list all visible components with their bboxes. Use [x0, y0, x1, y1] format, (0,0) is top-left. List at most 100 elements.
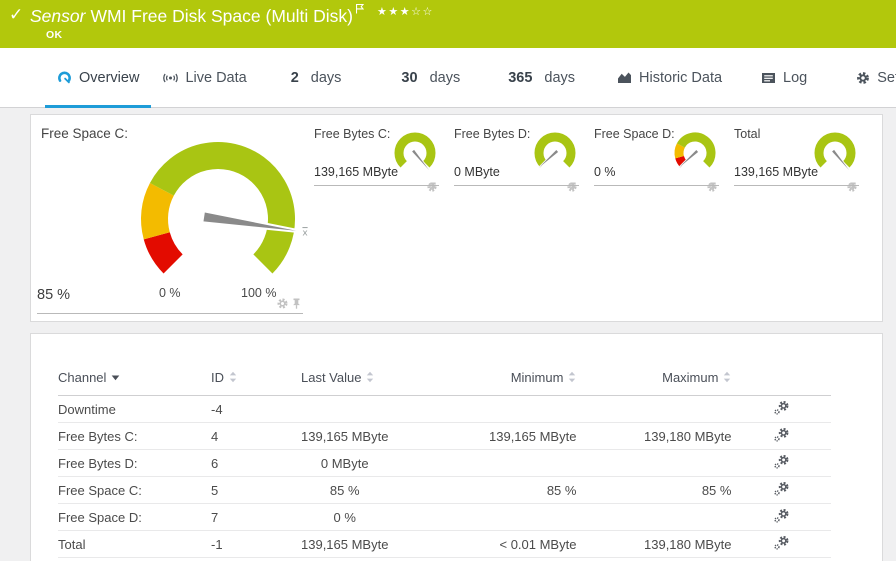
mini-gauge-value: 0 MByte: [454, 165, 500, 179]
table-row: Free Space C: 5 85 % 85 % 85 %: [58, 477, 831, 504]
table-row: Total -1 139,165 MByte < 0.01 MByte 139,…: [58, 531, 831, 558]
tab-label: days: [430, 70, 461, 86]
table-row: Downtime -4: [58, 396, 831, 423]
tab-2-days[interactable]: 2 days: [279, 48, 354, 107]
tab-label: Log: [783, 70, 807, 86]
channel-id: -4: [211, 396, 301, 423]
gauge-divider: [734, 185, 859, 186]
gauge-divider: [37, 313, 303, 314]
priority-stars[interactable]: ★★★☆☆: [377, 5, 434, 18]
channel-table: Channel ID Last Value Minimum Maximum Do…: [58, 366, 831, 558]
sensor-kind-label: Sensor: [30, 6, 85, 26]
stars-empty: ☆☆: [411, 5, 434, 18]
channel-maximum: [581, 504, 736, 531]
column-header-settings: [736, 366, 831, 396]
channel-minimum: 139,165 MByte: [388, 423, 581, 450]
edit-channel-gears-icon[interactable]: [773, 508, 789, 524]
tab-label: days: [311, 70, 342, 86]
priority-flag-icon[interactable]: [356, 4, 365, 15]
table-row: Free Bytes D: 6 0 MByte: [58, 450, 831, 477]
tab-label: Live Data: [185, 70, 246, 86]
tab-log[interactable]: Log: [749, 48, 819, 107]
sort-icon: [723, 371, 731, 383]
gauge-icon: [57, 71, 72, 85]
mini-gauge-title: Total: [734, 127, 760, 141]
channel-name: Total: [58, 531, 211, 558]
mini-gauge-value: 139,165 MByte: [314, 165, 398, 179]
channel-name: Free Space D:: [58, 504, 211, 531]
mini-gauge-cell-free-bytes-d: Free Bytes D: 0 MByte: [454, 123, 579, 189]
mini-gauge-title: Free Space D:: [594, 127, 675, 141]
channel-id: -1: [211, 531, 301, 558]
tab-settings[interactable]: Settings: [844, 48, 896, 107]
mini-gauge[interactable]: [531, 132, 579, 178]
tab-label: Settings: [877, 70, 896, 86]
mini-gauge-cell-free-space-d: Free Space D: 0 %: [594, 123, 719, 189]
channel-last-value: [301, 396, 388, 423]
sort-icon: [568, 371, 576, 383]
channel-name: Free Bytes C:: [58, 423, 211, 450]
tab-day-count: 2: [291, 70, 299, 86]
main-gauge[interactable]: x: [128, 127, 328, 309]
tab-overview[interactable]: Overview: [45, 48, 151, 107]
gauge-scale-max: 100 %: [241, 286, 276, 300]
svg-text:x: x: [302, 229, 308, 239]
mini-gauge-value: 139,165 MByte: [734, 165, 818, 179]
channel-minimum: < 0.01 MByte: [388, 531, 581, 558]
prtg-sensor-page: ✓ SensorWMI Free Disk Space (Multi Disk)…: [0, 0, 896, 561]
column-header-id[interactable]: ID: [211, 366, 301, 396]
column-header-channel[interactable]: Channel: [58, 366, 211, 396]
channel-id: 7: [211, 504, 301, 531]
gauge-divider: [454, 185, 579, 186]
column-header-last-value[interactable]: Last Value: [301, 366, 388, 396]
gauge-settings-gear-icon[interactable]: [277, 298, 288, 309]
channel-maximum: [581, 396, 736, 423]
status-badge: OK: [46, 29, 62, 41]
tab-30-days[interactable]: 30days: [389, 48, 472, 107]
channel-name: Downtime: [58, 396, 211, 423]
gauge-divider: [314, 185, 439, 186]
tab-label: Historic Data: [639, 70, 722, 86]
column-header-maximum[interactable]: Maximum: [581, 366, 736, 396]
channel-id: 6: [211, 450, 301, 477]
channel-id: 4: [211, 423, 301, 450]
edit-channel-gears-icon[interactable]: [773, 454, 789, 470]
tab-365-days[interactable]: 365days: [496, 48, 587, 107]
channel-last-value: 0 MByte: [301, 450, 388, 477]
channel-minimum: [388, 450, 581, 477]
mini-gauge[interactable]: [391, 132, 439, 178]
gauge-scale-min: 0 %: [159, 286, 181, 300]
broadcast-icon: [163, 72, 178, 84]
edit-channel-gears-icon[interactable]: [773, 481, 789, 497]
area-chart-icon: [617, 71, 632, 84]
tab-day-count: 365: [508, 70, 532, 86]
column-header-minimum[interactable]: Minimum: [388, 366, 581, 396]
mini-gauge[interactable]: [671, 132, 719, 178]
gauge-divider: [594, 185, 719, 186]
channel-id: 5: [211, 477, 301, 504]
channel-maximum: 139,180 MByte: [581, 423, 736, 450]
tab-historic-data[interactable]: Historic Data: [605, 48, 734, 107]
mini-gauge-cell-total: Total 139,165 MByte: [734, 123, 859, 189]
channel-name: Free Space C:: [58, 477, 211, 504]
channel-name: Free Bytes D:: [58, 450, 211, 477]
edit-channel-gears-icon[interactable]: [773, 535, 789, 551]
tab-live-data[interactable]: Live Data: [151, 48, 258, 107]
channel-last-value: 85 %: [301, 477, 388, 504]
mini-gauge-cell-free-bytes-c: Free Bytes C: 139,165 MByte: [314, 123, 439, 189]
table-row: Free Bytes C: 4 139,165 MByte 139,165 MB…: [58, 423, 831, 450]
channel-minimum: [388, 396, 581, 423]
tab-bar: Overview Live Data 2days 30days 365days …: [0, 48, 896, 108]
sort-icon: [229, 371, 237, 383]
table-header-row: Channel ID Last Value Minimum Maximum: [58, 366, 831, 396]
channel-minimum: 85 %: [388, 477, 581, 504]
page-title: SensorWMI Free Disk Space (Multi Disk)★★…: [30, 4, 434, 27]
edit-channel-gears-icon[interactable]: [773, 427, 789, 443]
gear-icon: [856, 71, 870, 85]
sort-desc-icon: [111, 374, 120, 381]
channel-last-value: 0 %: [301, 504, 388, 531]
channels-panel: Channel ID Last Value Minimum Maximum Do…: [30, 333, 883, 561]
gauge-pin-icon[interactable]: [292, 298, 301, 309]
edit-channel-gears-icon[interactable]: [773, 400, 789, 416]
mini-gauge[interactable]: [811, 132, 859, 178]
